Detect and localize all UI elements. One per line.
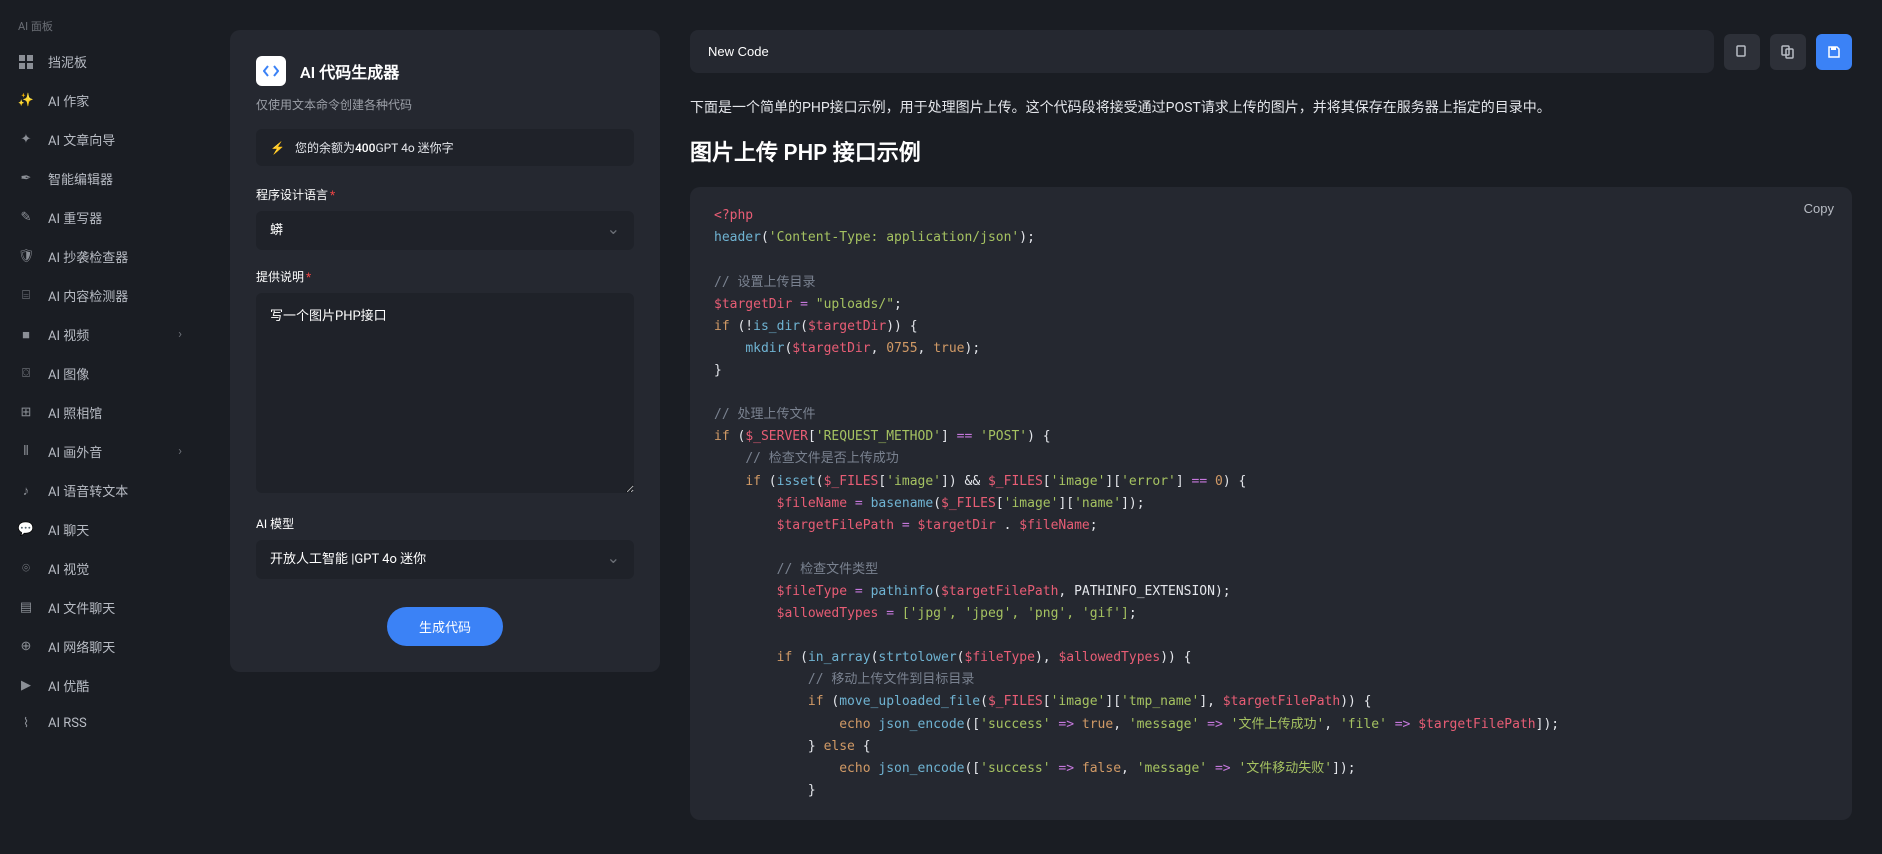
sidebar-item-web-chat[interactable]: ⊕ AI 网络聊天 bbox=[0, 627, 200, 666]
sidebar-item-label: AI 抄袭检查器 bbox=[48, 247, 128, 266]
sidebar-item-photo-studio[interactable]: ⊞ AI 照相馆 bbox=[0, 393, 200, 432]
sidebar-item-image[interactable]: ⌼ AI 图像 bbox=[0, 354, 200, 393]
code-name-input[interactable] bbox=[690, 30, 1714, 73]
balance-suffix: GPT 4o 迷你字 bbox=[375, 139, 453, 156]
panel-subtitle: 仅使用文本命令创建各种代码 bbox=[256, 96, 634, 113]
sidebar-item-label: AI 语音转文本 bbox=[48, 481, 128, 500]
code-block: Copy <?php header('Content-Type: applica… bbox=[690, 187, 1852, 820]
sidebar-item-youku[interactable]: ▶ AI 优酷 bbox=[0, 666, 200, 705]
model-label: AI 模型 bbox=[256, 515, 634, 532]
photo-icon: ⊞ bbox=[18, 405, 34, 421]
sidebar-item-label: AI 网络聊天 bbox=[48, 637, 115, 656]
output-heading: 图片上传 PHP 接口示例 bbox=[690, 135, 1852, 167]
scan-icon: ⌸ bbox=[18, 288, 34, 304]
language-select[interactable]: 蟒 bbox=[256, 211, 634, 250]
balance-prefix: 您的余额为 bbox=[295, 139, 355, 156]
balance-number: 400 bbox=[355, 141, 375, 155]
eye-icon: ⌾ bbox=[18, 561, 34, 577]
sidebar-item-voiceover[interactable]: ⫴ AI 画外音 › bbox=[0, 432, 200, 471]
grid-icon bbox=[18, 54, 34, 70]
sparkle-icon: ✨ bbox=[18, 93, 34, 109]
sidebar-item-label: AI 聊天 bbox=[48, 520, 89, 539]
chevron-right-icon: › bbox=[178, 327, 182, 342]
sidebar-item-label: AI 照相馆 bbox=[48, 403, 102, 422]
wave-icon: ⫴ bbox=[18, 444, 34, 460]
sidebar-item-label: AI 图像 bbox=[48, 364, 89, 383]
file-chat-icon: ▤ bbox=[18, 600, 34, 616]
chat-icon: 💬 bbox=[18, 522, 34, 538]
image-icon: ⌼ bbox=[18, 366, 34, 382]
rss-icon: ⌇ bbox=[18, 715, 34, 731]
sidebar-item-label: AI 文件聊天 bbox=[48, 598, 115, 617]
video-icon: ■ bbox=[18, 327, 34, 343]
sidebar-item-plagiarism[interactable]: 🛡 AI 抄袭检查器 bbox=[0, 237, 200, 276]
sidebar-item-label: AI RSS bbox=[48, 716, 87, 731]
sidebar-item-article-wizard[interactable]: ✦ AI 文章向导 bbox=[0, 120, 200, 159]
copy-code-button[interactable] bbox=[1724, 34, 1760, 70]
sidebar-item-writer[interactable]: ✨ AI 作家 bbox=[0, 81, 200, 120]
sidebar-item-label: AI 内容检测器 bbox=[48, 286, 128, 305]
description-label: 提供说明* bbox=[256, 268, 634, 285]
shield-icon: 🛡 bbox=[18, 249, 34, 265]
sidebar-item-label: AI 重写器 bbox=[48, 208, 102, 227]
sidebar-item-dashboard[interactable]: 挡泥板 bbox=[0, 42, 200, 81]
sidebar-item-label: AI 视频 bbox=[48, 325, 89, 344]
youtube-icon: ▶ bbox=[18, 678, 34, 694]
sidebar-item-content-detector[interactable]: ⌸ AI 内容检测器 bbox=[0, 276, 200, 315]
balance-bar: ⚡ 您的余额为 400 GPT 4o 迷你字 bbox=[256, 129, 634, 166]
sidebar-item-label: AI 作家 bbox=[48, 91, 89, 110]
sidebar-item-speech-text[interactable]: ♪ AI 语音转文本 bbox=[0, 471, 200, 510]
sidebar-item-vision[interactable]: ⌾ AI 视觉 bbox=[0, 549, 200, 588]
sidebar-item-chat[interactable]: 💬 AI 聊天 bbox=[0, 510, 200, 549]
duplicate-button[interactable] bbox=[1770, 34, 1806, 70]
sidebar-header: AI 面板 bbox=[0, 10, 200, 42]
sidebar-item-label: 智能编辑器 bbox=[48, 169, 113, 188]
sidebar-item-file-chat[interactable]: ▤ AI 文件聊天 bbox=[0, 588, 200, 627]
globe-icon: ⊕ bbox=[18, 639, 34, 655]
save-button[interactable] bbox=[1816, 34, 1852, 70]
sidebar-item-video[interactable]: ■ AI 视频 › bbox=[0, 315, 200, 354]
sidebar-item-label: AI 文章向导 bbox=[48, 130, 115, 149]
sidebar-item-label: AI 优酷 bbox=[48, 676, 89, 695]
language-label: 程序设计语言* bbox=[256, 186, 634, 203]
sidebar-item-smart-editor[interactable]: ✒ 智能编辑器 bbox=[0, 159, 200, 198]
description-textarea[interactable]: 写一个图片PHP接口 bbox=[256, 293, 634, 493]
sidebar-item-label: 挡泥板 bbox=[48, 52, 87, 71]
copy-button[interactable]: Copy bbox=[1804, 201, 1834, 216]
sidebar-item-rss[interactable]: ⌇ AI RSS bbox=[0, 705, 200, 741]
music-icon: ♪ bbox=[18, 483, 34, 499]
pencil-icon: ✎ bbox=[18, 210, 34, 226]
sidebar-item-rewriter[interactable]: ✎ AI 重写器 bbox=[0, 198, 200, 237]
sidebar-item-label: AI 视觉 bbox=[48, 559, 89, 578]
bolt-icon: ⚡ bbox=[270, 141, 285, 155]
generate-button[interactable]: 生成代码 bbox=[387, 607, 503, 646]
code-generator-icon bbox=[256, 56, 286, 86]
chevron-right-icon: › bbox=[178, 444, 182, 459]
wand-icon: ✦ bbox=[18, 132, 34, 148]
model-select[interactable]: 开放人工智能 |GPT 4o 迷你 bbox=[256, 540, 634, 579]
panel-title: AI 代码生成器 bbox=[300, 59, 399, 83]
pen-icon: ✒ bbox=[18, 171, 34, 187]
sidebar-item-label: AI 画外音 bbox=[48, 442, 102, 461]
output-description: 下面是一个简单的PHP接口示例，用于处理图片上传。这个代码段将接受通过POST请… bbox=[690, 97, 1852, 119]
